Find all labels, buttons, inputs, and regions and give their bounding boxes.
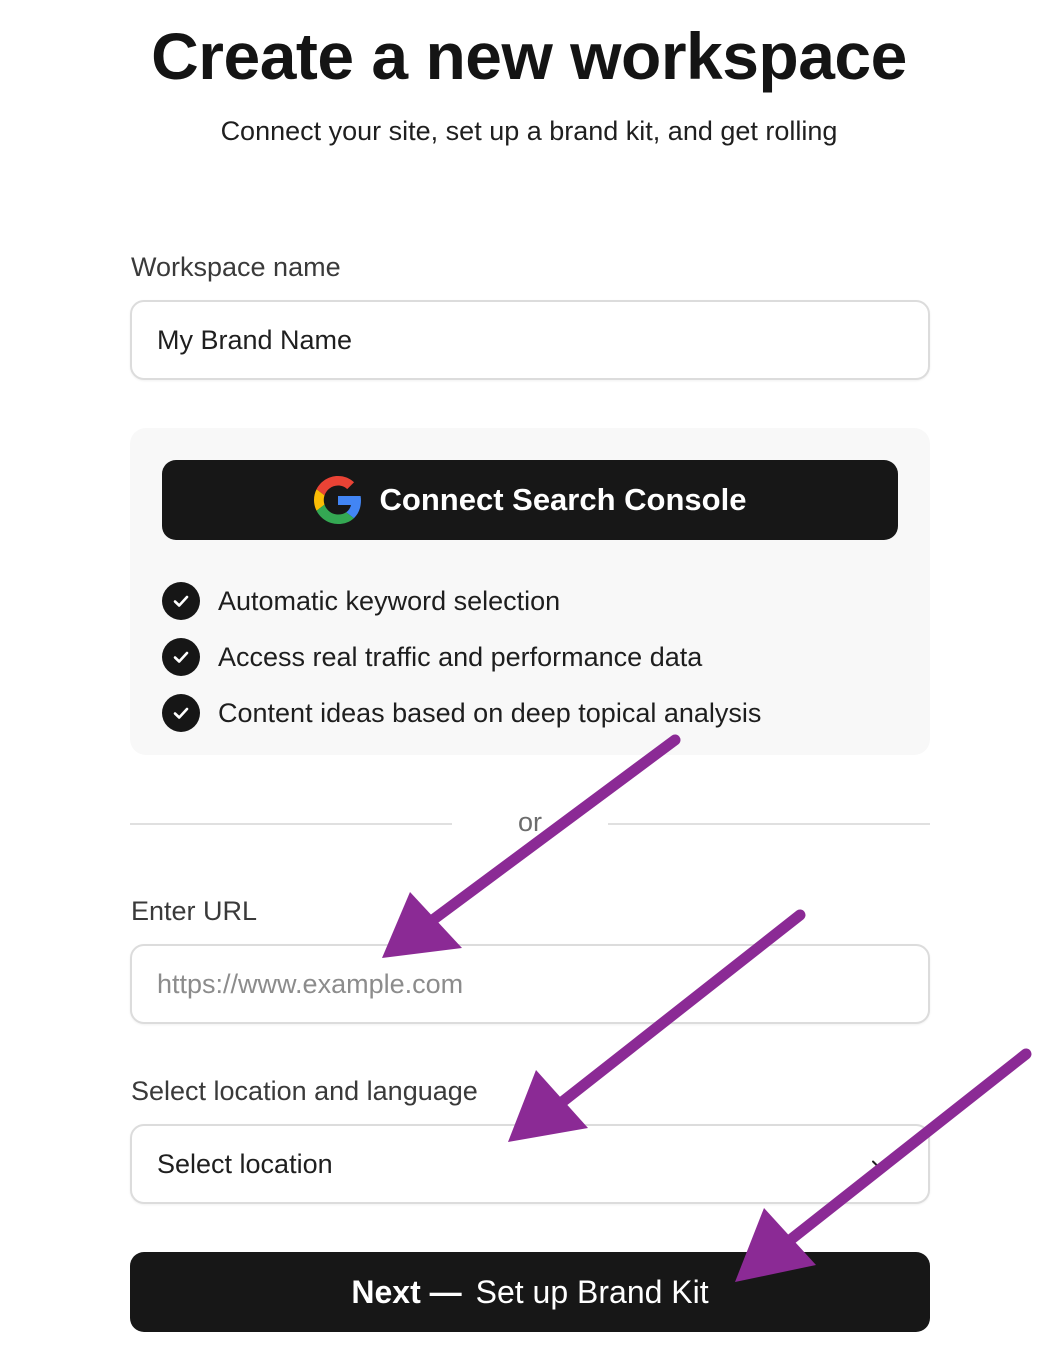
next-button[interactable]: Next — Set up Brand Kit — [130, 1252, 930, 1332]
benefit-text: Access real traffic and performance data — [218, 641, 703, 672]
benefit-text: Automatic keyword selection — [218, 585, 561, 616]
benefit-item: Access real traffic and performance data — [162, 629, 761, 685]
url-label: Enter URL — [131, 896, 258, 926]
check-circle-icon — [162, 638, 200, 676]
benefit-text: Content ideas based on deep topical anal… — [218, 697, 762, 728]
divider-or-text: or — [517, 807, 542, 837]
benefit-item: Automatic keyword selection — [162, 573, 761, 629]
location-select-value: Select location — [157, 1148, 333, 1179]
location-select[interactable]: Select location — [130, 1124, 930, 1204]
workspace-name-field[interactable] — [130, 300, 930, 380]
next-button-strong: Next — — [351, 1273, 462, 1310]
connect-search-console-button[interactable]: Connect Search Console — [162, 460, 898, 540]
url-input[interactable] — [157, 968, 928, 1000]
divider-line-right — [608, 823, 930, 825]
check-circle-icon — [162, 582, 200, 620]
annotation-arrow — [382, 734, 681, 958]
benefit-item: Content ideas based on deep topical anal… — [162, 685, 761, 741]
url-field[interactable] — [130, 944, 930, 1024]
google-icon — [313, 476, 361, 524]
chevron-down-icon — [872, 1160, 884, 1168]
search-console-card: Connect Search Console Automatic keyword… — [130, 428, 930, 755]
workspace-name-label: Workspace name — [131, 252, 341, 282]
page-title: Create a new workspace — [151, 19, 907, 93]
benefit-list: Automatic keyword selection Access real … — [162, 573, 761, 741]
workspace-name-input[interactable] — [157, 324, 928, 356]
check-circle-icon — [162, 694, 200, 732]
location-label: Select location and language — [131, 1076, 478, 1106]
next-button-label: Set up Brand Kit — [475, 1273, 709, 1310]
divider-line-left — [130, 823, 452, 825]
page-subtitle: Connect your site, set up a brand kit, a… — [220, 116, 838, 146]
connect-search-console-label: Connect Search Console — [379, 482, 747, 517]
